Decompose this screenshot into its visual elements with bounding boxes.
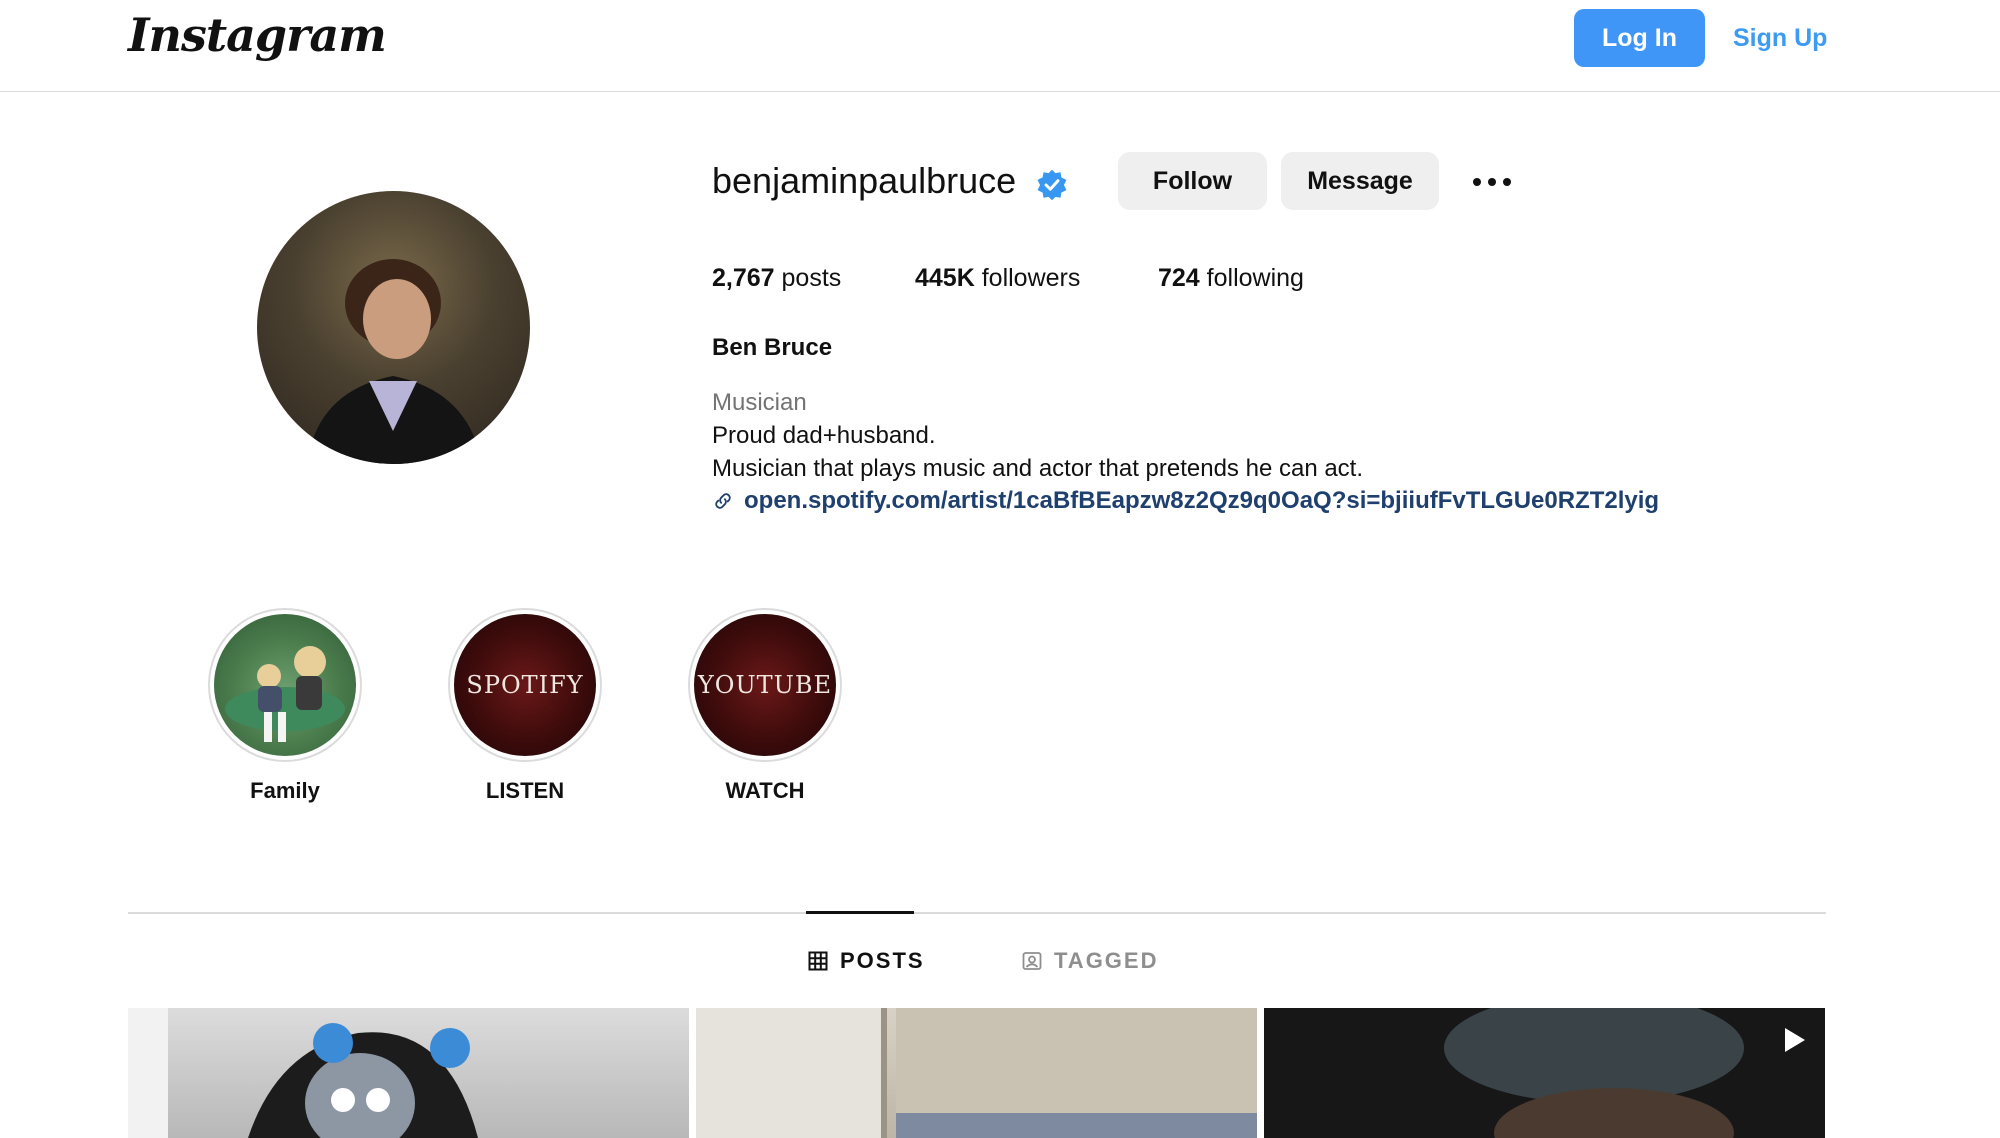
log-in-button[interactable]: Log In	[1574, 9, 1705, 67]
profile-link[interactable]: open.spotify.com/artist/1caBfBEapzw8z2Qz…	[712, 487, 1659, 515]
highlight-listen[interactable]: SPOTIFY LISTEN	[448, 608, 602, 804]
highlight-label: Family	[250, 778, 320, 803]
posts-label: posts	[781, 264, 842, 292]
bio-line: Musician that plays music and actor that…	[712, 455, 1364, 482]
post-thumbnail[interactable]	[696, 1008, 1257, 1138]
posts-stat[interactable]: 2,767 posts	[712, 264, 841, 293]
highlight-watch[interactable]: YOUTUBE WATCH	[688, 608, 842, 804]
follow-button[interactable]: Follow	[1118, 152, 1267, 210]
highlight-ring: YOUTUBE	[688, 608, 842, 762]
highlight-label: LISTEN	[485, 778, 565, 803]
video-reel-icon	[1785, 1028, 1805, 1052]
highlight-family[interactable]: Family	[208, 608, 362, 804]
highlight-ring: SPOTIFY	[448, 608, 602, 762]
tab-posts[interactable]: POSTS	[808, 948, 925, 974]
grid-icon	[808, 951, 828, 971]
profile-full-name: Ben Bruce	[712, 334, 833, 361]
sign-up-link[interactable]: Sign Up	[1733, 20, 1827, 56]
profile-avatar[interactable]	[257, 191, 530, 464]
highlight-ring	[208, 608, 362, 762]
following-count: 724	[1158, 264, 1200, 292]
followers-label: followers	[981, 264, 1081, 292]
post-image	[128, 1008, 478, 1138]
posts-count: 2,767	[712, 264, 775, 292]
active-tab-indicator	[806, 911, 914, 914]
following-label: following	[1206, 264, 1304, 292]
more-options-icon[interactable]	[1466, 160, 1518, 204]
profile-link-text[interactable]: open.spotify.com/artist/1caBfBEapzw8z2Qz…	[744, 487, 1659, 515]
highlight-cover-spotify: SPOTIFY	[454, 614, 596, 756]
tab-tagged[interactable]: TAGGED	[1022, 948, 1158, 974]
tab-tagged-label: TAGGED	[1054, 948, 1159, 973]
message-button[interactable]: Message	[1281, 152, 1439, 210]
post-thumbnail[interactable]	[128, 1008, 689, 1138]
link-icon	[715, 493, 731, 509]
top-navigation-bar: Instagram Log In Sign Up	[0, 0, 2000, 92]
verified-badge-icon	[1037, 169, 1067, 201]
post-image	[1264, 1008, 1825, 1138]
family-photo-image	[225, 646, 345, 742]
highlight-cover-youtube: YOUTUBE	[694, 614, 836, 756]
profile-category: Musician	[712, 389, 807, 416]
post-thumbnail[interactable]	[1264, 1008, 1825, 1138]
following-stat[interactable]: 724 following	[1158, 264, 1304, 293]
highlight-cover-image	[214, 614, 356, 756]
highlight-label: WATCH	[725, 778, 805, 803]
followers-stat[interactable]: 445K followers	[915, 264, 1080, 293]
instagram-logo[interactable]: Instagram	[128, 8, 387, 62]
tab-posts-label: POSTS	[840, 948, 925, 973]
post-image	[696, 1008, 1257, 1138]
avatar-image	[307, 259, 482, 464]
tagged-user-icon	[1022, 952, 1042, 970]
profile-username: benjaminpaulbruce	[712, 160, 1017, 201]
tabs-divider	[128, 912, 1826, 914]
followers-count: 445K	[915, 264, 975, 292]
bio-line: Proud dad+husband.	[712, 422, 936, 449]
